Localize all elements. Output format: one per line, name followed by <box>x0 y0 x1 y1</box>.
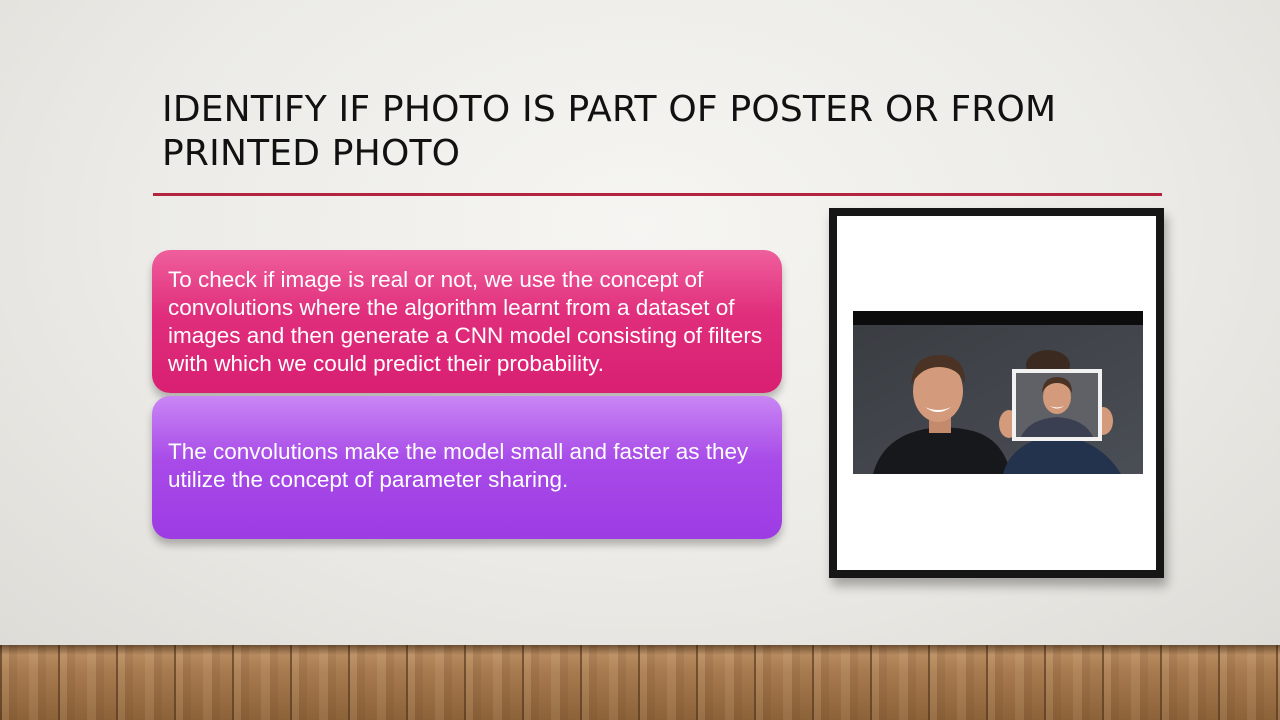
picture-mat <box>837 216 1156 570</box>
photo-image <box>853 325 1143 474</box>
wooden-floor <box>0 645 1280 720</box>
title-underline <box>153 193 1162 196</box>
slide-title[interactable]: IDENTIFY IF PHOTO IS PART OF POSTER OR F… <box>162 88 1152 176</box>
picture-frame[interactable] <box>829 208 1164 578</box>
floor-shadow <box>0 645 1280 655</box>
photo-black-bar <box>853 311 1143 325</box>
text-box-2[interactable]: The convolutions make the model small an… <box>152 396 782 539</box>
text-box-1[interactable]: To check if image is real or not, we use… <box>152 250 782 393</box>
